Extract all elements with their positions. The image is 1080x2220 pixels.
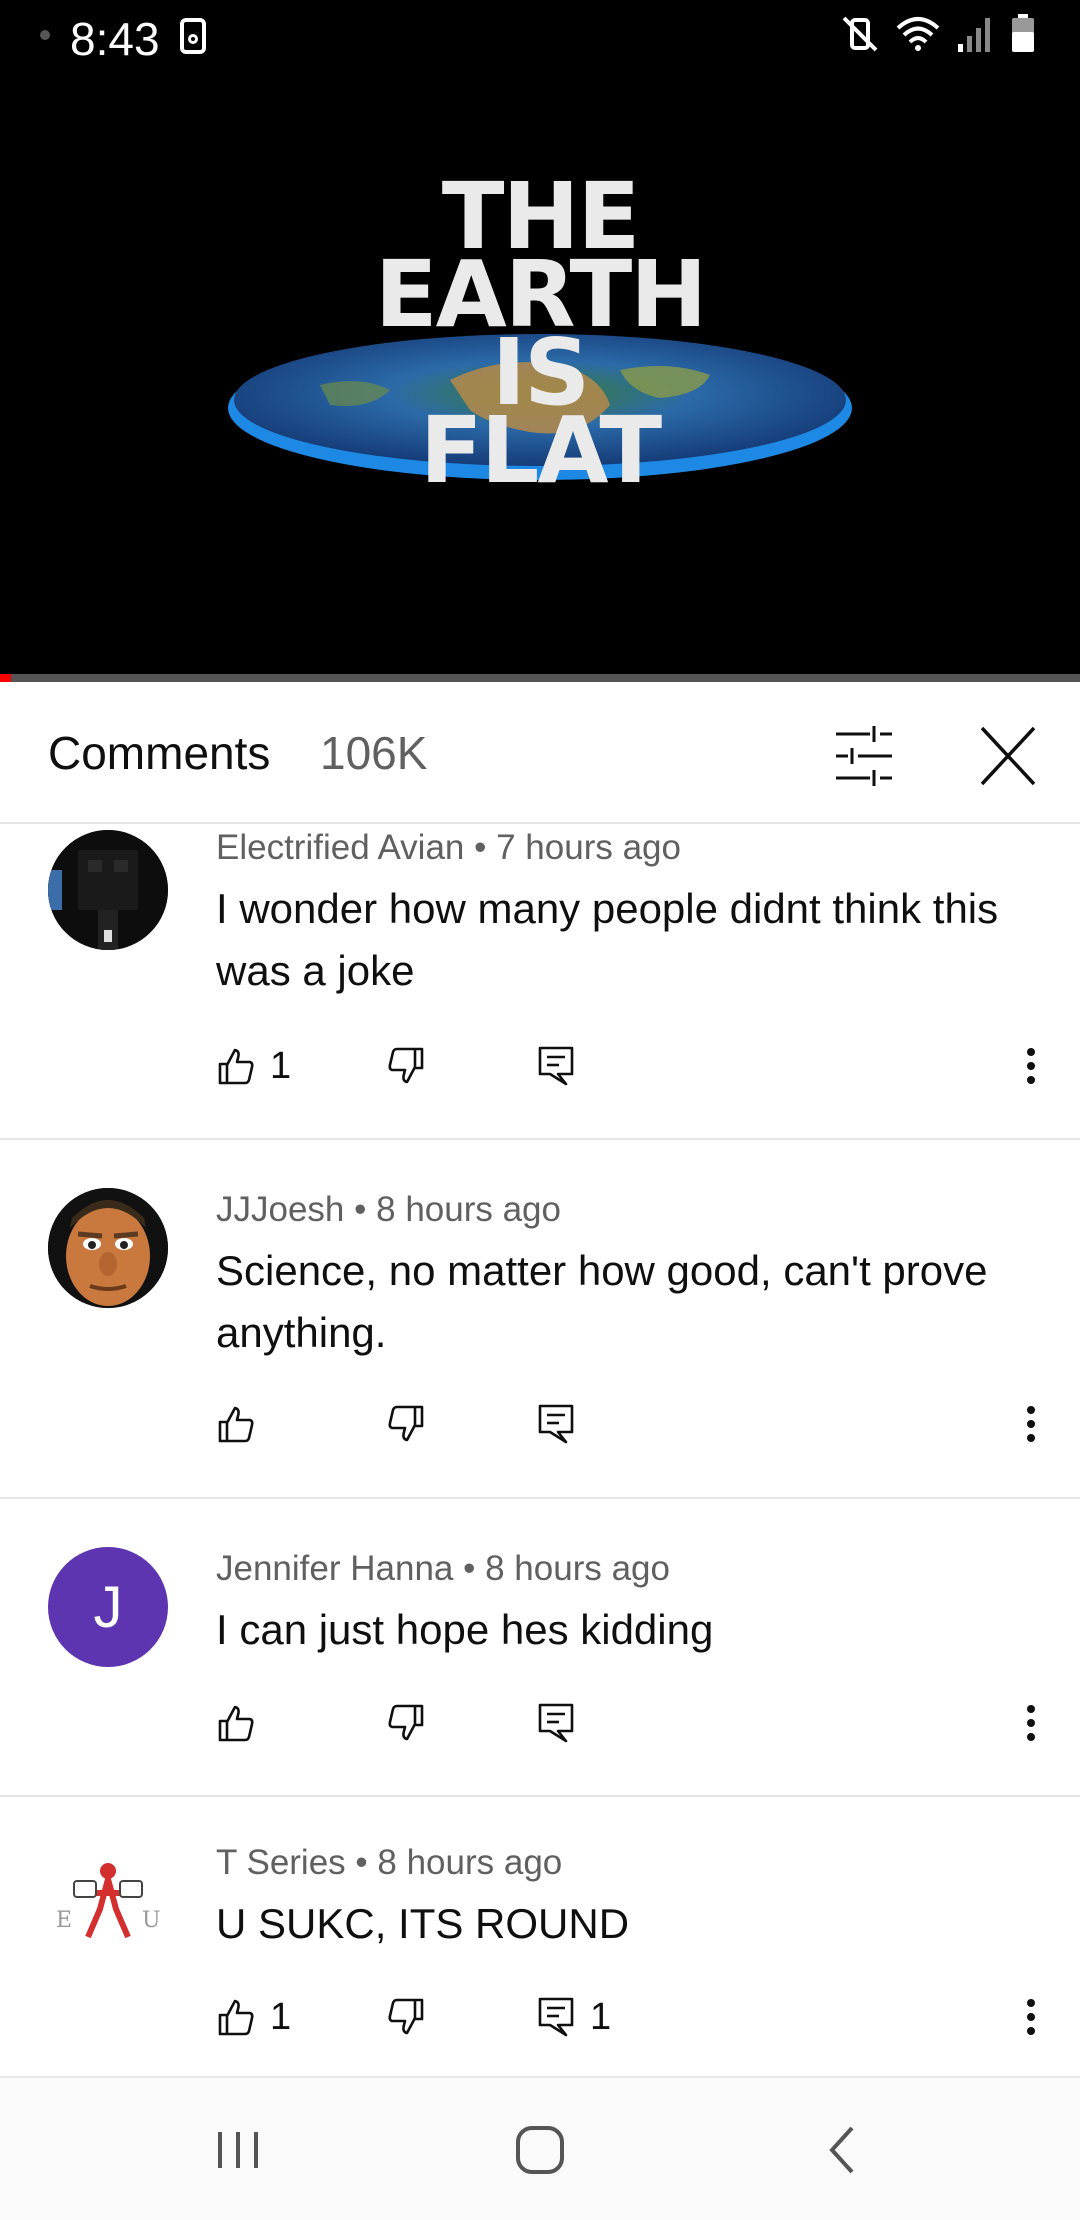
comment-author[interactable]: Jennifer Hanna (216, 1549, 453, 1588)
comment-list[interactable]: Electrified Avian • 7 hours ago I wonder… (0, 824, 1080, 2077)
more-vertical-icon (1027, 1999, 1035, 2035)
svg-text:E: E (56, 1908, 72, 1933)
reply-button[interactable] (536, 1693, 590, 1753)
battery-icon (1012, 14, 1034, 52)
comment-time: 7 hours ago (496, 828, 681, 867)
like-button[interactable]: 1 (216, 1036, 291, 1096)
dislike-button[interactable] (386, 1036, 426, 1096)
reply-icon (538, 1997, 574, 2037)
status-bar: 8:43 (0, 0, 1080, 72)
meta-separator: • (354, 1190, 377, 1229)
status-time: 8:43 (70, 13, 160, 65)
thumbs-up-icon (218, 1999, 254, 2036)
avatar[interactable] (48, 830, 168, 950)
dislike-button[interactable] (386, 1987, 426, 2047)
thumbs-down-icon (388, 1998, 424, 2035)
video-progress-bar[interactable] (0, 674, 1080, 682)
pixel-figure-avatar (48, 830, 168, 950)
avatar[interactable] (48, 1188, 168, 1308)
comments-header: Comments 106K (0, 682, 1080, 824)
video-progress-fill (0, 674, 11, 682)
comment-item: JJJoesh • 8 hours ago Science, no matter… (0, 1140, 1080, 1499)
more-vertical-icon (1027, 1048, 1035, 1084)
more-vertical-icon (1027, 1705, 1035, 1741)
sliders-icon (836, 726, 892, 786)
svg-text:U: U (142, 1908, 161, 1933)
home-button[interactable] (500, 2118, 580, 2182)
close-icon (980, 726, 1036, 786)
thumbs-up-icon (218, 1048, 254, 1085)
thumbs-down-icon (388, 1405, 424, 1442)
comment-text: I wonder how many people didnt think thi… (216, 885, 999, 994)
notification-dot (40, 30, 50, 40)
like-count: 1 (270, 1044, 292, 1087)
home-icon (516, 2126, 564, 2174)
comment-options-button[interactable] (1016, 1036, 1046, 1096)
comment-text: I can just hope hes kidding (216, 1606, 714, 1653)
notification-icon (180, 18, 206, 54)
like-button[interactable]: 1 (216, 1987, 291, 2047)
reply-icon (538, 1404, 574, 1444)
thumbs-up-icon (218, 1705, 254, 1742)
comments-title: Comments (48, 727, 271, 779)
comment-time: 8 hours ago (485, 1549, 670, 1588)
reply-icon (538, 1703, 574, 1743)
reply-icon (538, 1046, 574, 1086)
video-player[interactable]: 8:43 THE EARTH IS FLAT (0, 0, 1080, 682)
reply-button[interactable] (536, 1036, 590, 1096)
comment-time: 8 hours ago (376, 1190, 561, 1229)
dislike-button[interactable] (386, 1394, 426, 1454)
comment-options-button[interactable] (1016, 1394, 1046, 1454)
recent-apps-icon (218, 2132, 258, 2168)
reply-count: 1 (590, 1995, 612, 2038)
more-vertical-icon (1027, 1406, 1035, 1442)
comment-options-button[interactable] (1016, 1987, 1046, 2047)
comment-item: J Jennifer Hanna • 8 hours ago I can jus… (0, 1499, 1080, 1797)
like-button[interactable] (216, 1693, 270, 1753)
avatar[interactable]: E U (48, 1847, 168, 1967)
thumbnail-title: THE EARTH IS FLAT (370, 171, 710, 504)
recent-apps-button[interactable] (200, 2118, 280, 2182)
dislike-button[interactable] (386, 1693, 426, 1753)
comment-text: U SUKC, ITS ROUND (216, 1900, 630, 1947)
comment-item: Electrified Avian • 7 hours ago I wonder… (0, 824, 1080, 1140)
like-count: 1 (270, 1995, 292, 2038)
reply-button[interactable] (536, 1394, 590, 1454)
comment-item: E U T Series • 8 hours ago U SUKC, ITS R… (0, 1797, 1080, 2077)
comments-count: 106K (320, 727, 428, 779)
thumbs-up-icon (218, 1406, 254, 1443)
comment-author[interactable]: T Series (216, 1843, 346, 1882)
like-button[interactable] (216, 1394, 270, 1454)
cartoon-face-avatar (48, 1188, 168, 1308)
comment-author[interactable]: JJJoesh (216, 1190, 344, 1229)
meta-separator: • (474, 828, 497, 867)
meta-separator: • (355, 1843, 378, 1882)
thumbs-down-icon (388, 1047, 424, 1084)
thumbs-down-icon (388, 1704, 424, 1741)
avatar[interactable]: J (48, 1547, 168, 1667)
reply-button[interactable]: 1 (536, 1987, 611, 2047)
comment-options-button[interactable] (1016, 1693, 1046, 1753)
meta-separator: • (463, 1549, 486, 1588)
comment-author[interactable]: Electrified Avian (216, 828, 464, 867)
sort-comments-button[interactable] (820, 718, 908, 794)
avatar-letter: J (93, 1574, 123, 1640)
mute-vibrate-icon (842, 16, 878, 52)
logo-avatar: E U (48, 1847, 168, 1967)
wifi-icon (896, 17, 940, 51)
system-nav-bar (0, 2076, 1080, 2220)
back-icon (829, 2126, 854, 2174)
back-button[interactable] (802, 2118, 882, 2182)
comment-text: Science, no matter how good, can't prove… (216, 1247, 988, 1356)
thumbnail-word: FLAT (419, 397, 662, 504)
comment-time: 8 hours ago (377, 1843, 563, 1882)
signal-icon (958, 18, 990, 52)
close-comments-button[interactable] (966, 718, 1050, 794)
